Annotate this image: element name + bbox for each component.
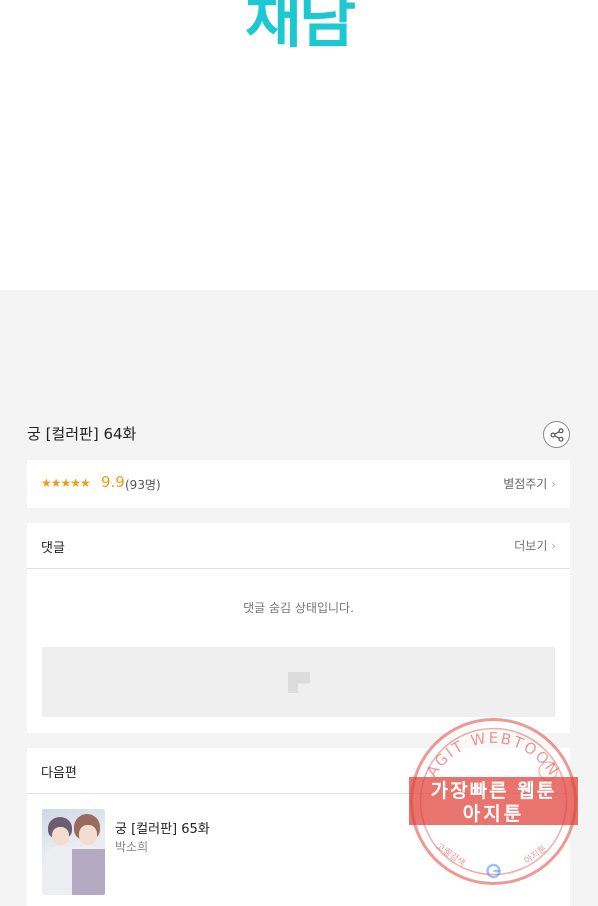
episode-title: 궁 [컬러판] 64화 xyxy=(27,425,137,443)
comments-header: 댓글 더보기 › xyxy=(27,523,570,569)
ad-placeholder[interactable] xyxy=(42,647,555,717)
watermark-line1: 가장빠른 웹툰 xyxy=(431,780,557,802)
next-episode-author: 박소희 xyxy=(115,840,149,854)
comments-card: 댓글 더보기 › 댓글 숨김 상태입니다. xyxy=(27,523,570,733)
comments-title: 댓글 xyxy=(41,541,65,556)
comments-hidden-notice: 댓글 숨김 상태입니다. xyxy=(243,601,354,615)
ad-placeholder-icon xyxy=(288,672,310,693)
watermark-stamp: AGIT WEBTOON 가장빠른 웹툰 아지툰 고퀄검색 아지툰 xyxy=(409,718,578,885)
next-episode-heading: 다음편 xyxy=(41,766,77,781)
comments-more-label: 더보기 xyxy=(514,539,548,553)
rating-stars: ★★★★★ xyxy=(41,476,91,490)
top-image-panel: 채담 xyxy=(0,0,598,290)
rating-votes: (93명) xyxy=(125,478,161,492)
rate-link-label: 별점주기 xyxy=(503,477,548,491)
watermark-line2: 아지툰 xyxy=(463,803,524,825)
chevron-right-icon: › xyxy=(551,539,556,553)
chevron-right-icon: › xyxy=(551,477,556,491)
next-episode-thumbnail xyxy=(42,809,105,895)
rating-score: 9.9 xyxy=(101,473,125,491)
rating-card: ★★★★★ 9.9 (93명) 별점주기 › xyxy=(27,460,570,508)
banner-text: 채담 xyxy=(244,0,356,56)
next-episode-title: 궁 [컬러판] 65화 xyxy=(115,822,210,837)
rate-link[interactable]: 별점주기 › xyxy=(503,475,556,492)
share-icon xyxy=(550,427,564,442)
comments-more-link[interactable]: 더보기 › xyxy=(514,537,556,554)
share-button[interactable] xyxy=(543,421,570,448)
